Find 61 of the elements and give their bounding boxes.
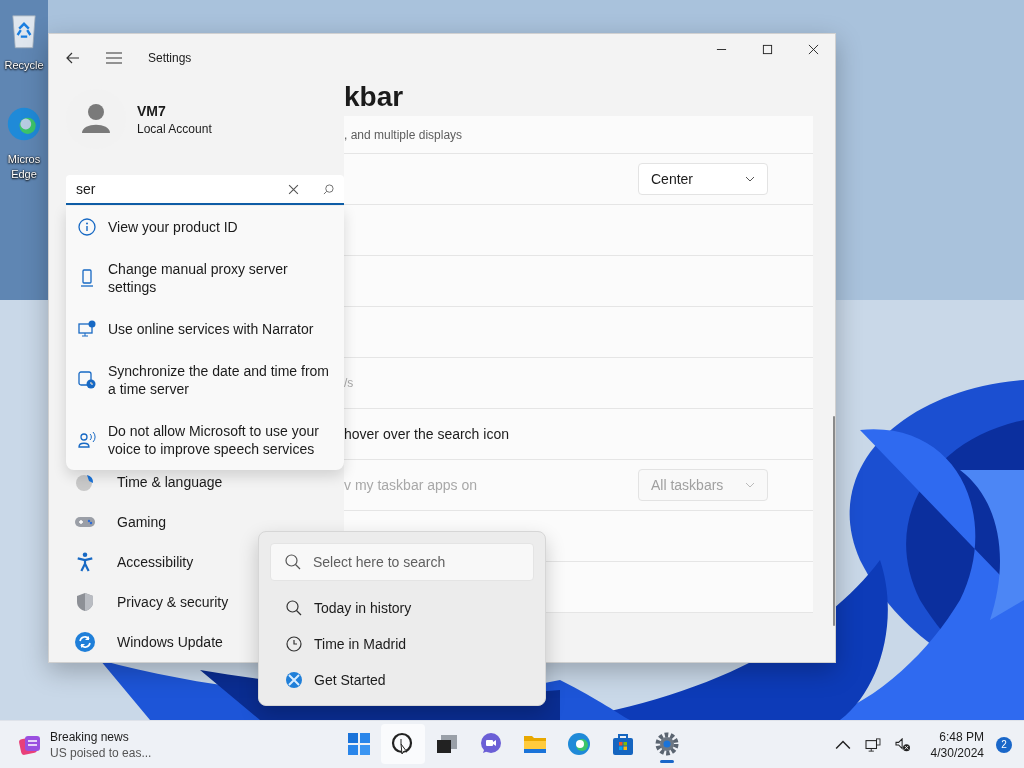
setting-label: , and multiple displays: [344, 127, 463, 142]
calendar-clock-icon: [78, 371, 96, 389]
phone-icon: [78, 269, 96, 287]
clear-icon[interactable]: [288, 183, 299, 195]
scrollbar[interactable]: [833, 416, 835, 626]
desktop-icon-label[interactable]: Recycle: [4, 58, 44, 73]
search-result[interactable]: Change manual proxy server settings: [66, 248, 344, 308]
news-widget[interactable]: Breaking news US poised to eas...: [0, 724, 224, 765]
search-result[interactable]: View your product ID: [66, 206, 344, 248]
nav-item[interactable]: Windows Update: [66, 622, 250, 662]
speaking-person-icon: [78, 431, 96, 449]
task-view-icon[interactable]: [435, 732, 459, 756]
page-title: kbar: [344, 82, 405, 114]
account-name: VM7: [137, 102, 167, 121]
edge-icon[interactable]: [6, 106, 42, 142]
monitor-icon: [78, 320, 96, 338]
menu-icon[interactable]: [106, 52, 122, 64]
muted-speaker-icon[interactable]: [894, 737, 911, 752]
maximize-icon[interactable]: [762, 44, 773, 55]
desktop-icon-label[interactable]: Edge: [11, 167, 37, 182]
network-icon[interactable]: [864, 737, 881, 752]
store-icon[interactable]: [611, 732, 635, 756]
nav-item[interactable]: Accessibility: [66, 542, 250, 582]
caret-icon: [745, 482, 755, 488]
update-icon: [74, 632, 96, 652]
search-icon: [286, 600, 302, 616]
shield-icon: [74, 592, 96, 612]
search-result[interactable]: Synchronize the date and time from a time server: [66, 350, 344, 410]
search-icon[interactable]: [391, 732, 415, 756]
nav-item[interactable]: Gaming: [66, 502, 250, 542]
back-arrow-icon[interactable]: [66, 52, 80, 64]
window-title: Settings: [148, 51, 192, 65]
setting-label: v my taskbar apps on: [344, 477, 478, 493]
desktop-icon-label[interactable]: Micros: [7, 152, 41, 167]
clock[interactable]: 6:48 PM 4/30/2024: [930, 728, 984, 761]
search-icon: [285, 554, 301, 570]
info-icon: [78, 218, 96, 236]
edge-icon[interactable]: [567, 732, 591, 756]
notification-badge[interactable]: 2: [996, 736, 1012, 753]
settings-search-field[interactable]: ser: [66, 175, 344, 205]
start-icon[interactable]: [347, 732, 371, 756]
flyout-item[interactable]: Time in Madrid: [270, 626, 534, 662]
dropdown[interactable]: Center: [638, 163, 768, 195]
chat-icon[interactable]: [479, 732, 503, 756]
running-indicator: [660, 760, 674, 763]
globe-clock-icon: [74, 472, 96, 492]
search-result[interactable]: Do not allow Microsoft to use your voice to improve speech services: [66, 410, 344, 470]
flyout-search-field[interactable]: Select here to search: [270, 543, 534, 581]
taskbar-button[interactable]: [381, 724, 425, 764]
clock-icon: [286, 636, 302, 652]
setting-label: hover over the search icon: [344, 426, 509, 442]
nav-item[interactable]: Privacy & security: [66, 582, 250, 622]
setting-label: /s: [344, 376, 354, 390]
search-result[interactable]: Use online services with Narrator: [66, 308, 344, 350]
gear-icon[interactable]: [655, 732, 679, 756]
close-icon[interactable]: [808, 44, 819, 55]
get-started-icon: [286, 672, 302, 688]
flyout-item[interactable]: Get Started: [270, 662, 534, 698]
caret-icon: [745, 176, 755, 182]
flyout-item[interactable]: Today in history: [270, 590, 534, 626]
account-type: Local Account: [137, 121, 212, 137]
